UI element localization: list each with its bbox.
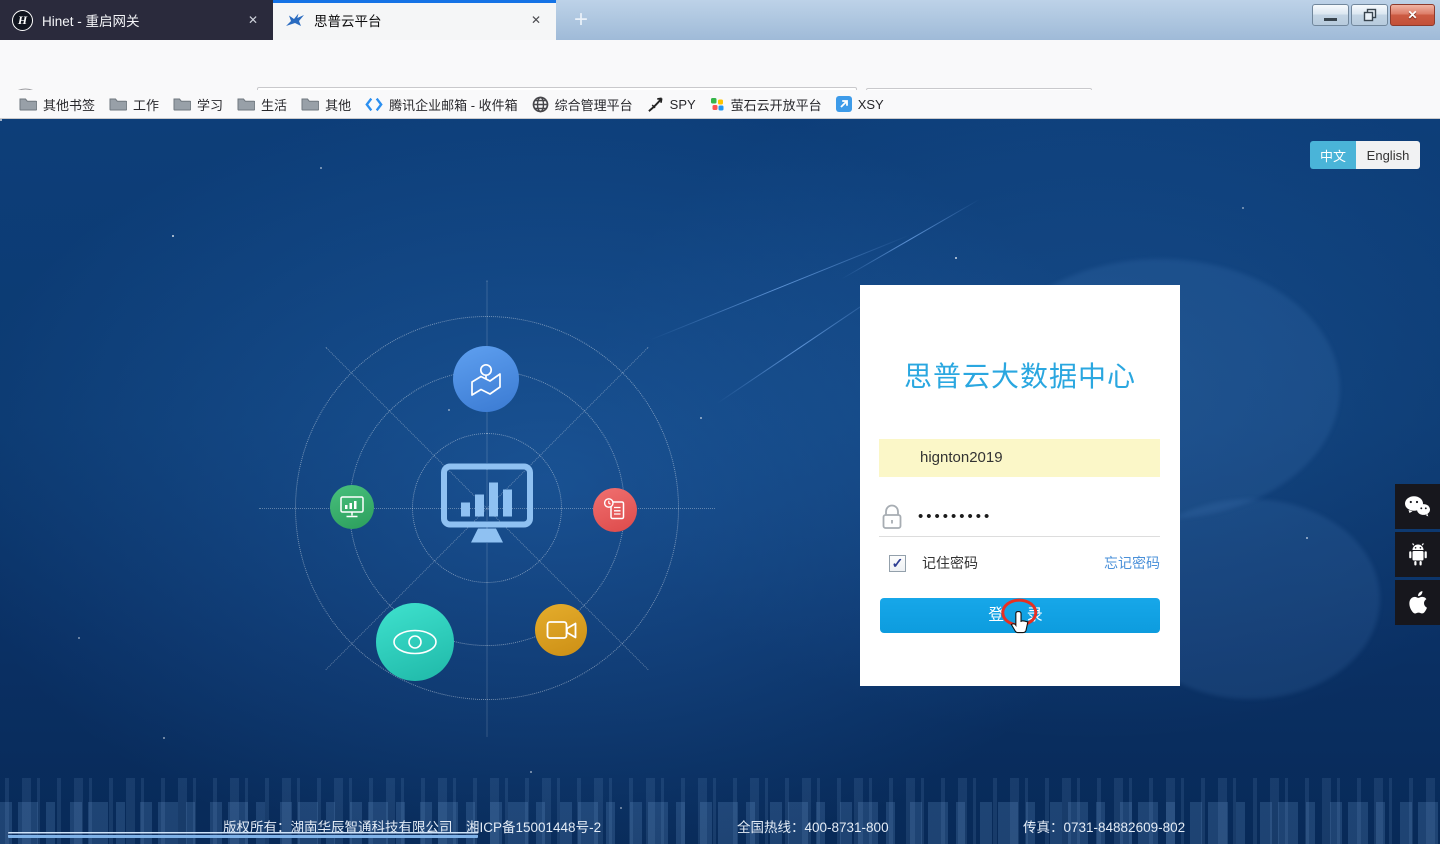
lang-chinese-button[interactable]: 中文 <box>1310 141 1356 169</box>
browser-window: H Hinet - 重启网关 ✕ 思普云平台 ✕ + ✕ <box>0 0 1440 844</box>
lock-icon <box>879 502 905 532</box>
mini-monitor-icon <box>339 495 365 519</box>
document-clock-icon <box>603 497 628 523</box>
android-app-link[interactable] <box>1395 532 1440 577</box>
tab-title: Hinet - 重启网关 <box>42 10 243 30</box>
bookmark-folder-misc[interactable]: 其他 <box>294 92 358 117</box>
footer-hotline: 全国热线：400-8731-800 <box>737 816 889 836</box>
globe-icon <box>532 96 549 113</box>
hand-cursor-icon <box>1010 610 1033 637</box>
username-input[interactable]: hignton2019 <box>879 439 1160 477</box>
map-pin-icon <box>467 362 505 396</box>
remember-label: 记住密码 <box>922 553 978 573</box>
folder-icon <box>237 97 255 111</box>
hinet-favicon: H <box>12 10 33 31</box>
wechat-app-link[interactable] <box>1395 484 1440 529</box>
restore-icon <box>1363 8 1377 22</box>
folder-icon <box>173 97 191 111</box>
tab-sipu-cloud[interactable]: 思普云平台 ✕ <box>273 0 556 40</box>
navigation-toolbar: iot.idosp.net/idosp/login.html 80% ••• 搜… <box>0 40 1440 90</box>
loading-progress-line <box>8 832 478 838</box>
minimize-icon <box>1324 18 1337 21</box>
folder-icon <box>301 97 319 111</box>
data-center-monitor-icon <box>439 463 535 554</box>
terminal-node <box>330 485 374 529</box>
login-button[interactable]: 登 录 <box>880 598 1160 633</box>
bookmark-xsy[interactable]: XSY <box>829 93 891 115</box>
minimize-button[interactable] <box>1312 4 1349 26</box>
video-node <box>535 604 587 656</box>
apple-app-link[interactable] <box>1395 580 1440 625</box>
bookmark-tencent-mail[interactable]: 腾讯企业邮箱 - 收件箱 <box>358 92 525 117</box>
login-page: 中文 English <box>0 119 1440 844</box>
bookmark-management-platform[interactable]: 综合管理平台 <box>525 92 640 117</box>
report-node <box>593 488 637 532</box>
restore-button[interactable] <box>1351 4 1388 26</box>
login-title: 思普云大数据中心 <box>860 355 1180 395</box>
xsy-icon <box>836 96 852 112</box>
folder-icon <box>109 97 127 111</box>
remember-checkbox[interactable]: ✓ <box>889 555 906 572</box>
wechat-icon <box>1404 495 1431 518</box>
bookmark-folder-work[interactable]: 工作 <box>102 92 166 117</box>
password-mask: ••••••••• <box>918 508 992 525</box>
ezviz-icon <box>710 97 725 112</box>
language-toggle: 中文 English <box>1310 141 1420 169</box>
new-tab-button[interactable]: + <box>564 6 598 36</box>
background-stars <box>0 119 2 121</box>
tab-hinet[interactable]: H Hinet - 重启网关 ✕ <box>0 0 273 40</box>
bookmarks-bar: 其他书签 工作 学习 生活 其他 腾讯企业邮箱 - 收件箱 综合管理平台 SP <box>0 90 1440 119</box>
close-tab-icon[interactable]: ✕ <box>243 13 263 27</box>
eye-icon <box>391 628 439 656</box>
tab-title: 思普云平台 <box>314 10 526 30</box>
bookmark-folder-life[interactable]: 生活 <box>230 92 294 117</box>
light-streak <box>840 199 979 280</box>
sipu-favicon <box>285 11 305 29</box>
bookmark-spy[interactable]: SPY <box>640 93 703 116</box>
video-camera-icon <box>546 620 577 641</box>
bookmark-ezviz-platform[interactable]: 萤石云开放平台 <box>703 92 829 117</box>
titlebar: H Hinet - 重启网关 ✕ 思普云平台 ✕ + ✕ <box>0 0 1440 40</box>
monitoring-node <box>376 603 454 681</box>
android-icon <box>1406 542 1430 568</box>
login-card: 思普云大数据中心 hignton2019 ••••••••• ✓ 记住密码 忘记… <box>860 285 1180 686</box>
dart-icon <box>647 96 664 113</box>
light-streak <box>717 291 883 404</box>
password-input[interactable]: ••••••••• <box>879 497 1160 537</box>
bookmark-folder-study[interactable]: 学习 <box>166 92 230 117</box>
lang-english-button[interactable]: English <box>1356 141 1420 169</box>
folder-icon <box>19 97 37 111</box>
forgot-password-link[interactable]: 忘记密码 <box>1104 553 1160 573</box>
footer-fax: 传真：0731-84882609-802 <box>1023 816 1185 836</box>
foxmail-icon <box>365 97 383 112</box>
map-location-node <box>453 346 519 412</box>
apple-icon <box>1407 590 1429 615</box>
close-window-button[interactable]: ✕ <box>1390 4 1435 26</box>
remember-row: ✓ 记住密码 忘记密码 <box>879 553 1160 573</box>
close-tab-icon[interactable]: ✕ <box>526 13 546 27</box>
bookmark-folder-other-bookmarks[interactable]: 其他书签 <box>12 92 102 117</box>
